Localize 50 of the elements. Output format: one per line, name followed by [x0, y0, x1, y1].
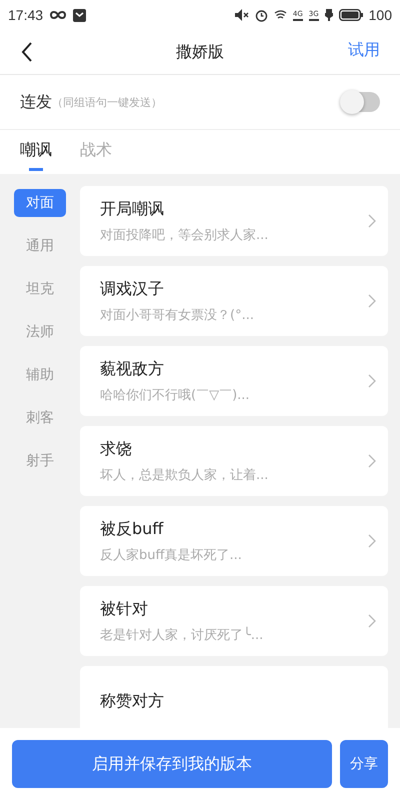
- phrase-preview: 对面投降吧，等会别求人家...: [100, 226, 270, 244]
- phrase-preview: 哈哈你们不行哦(￣▽￣)...: [100, 386, 251, 404]
- phrase-preview: 反人家buff真是坏死了...: [100, 546, 243, 564]
- infinity-icon: [49, 9, 68, 21]
- phrase-preview: 坏人，总是欺负人家，让着...: [100, 466, 270, 484]
- phrase-preview: 老是针对人家，讨厌死了╰...: [100, 626, 264, 644]
- phrase-card[interactable]: 藐视敌方 哈哈你们不行哦(￣▽￣)...: [80, 346, 388, 416]
- phrase-title: 调戏汉子: [100, 278, 165, 300]
- phrase-card[interactable]: 被反buff 反人家buff真是坏死了...: [80, 506, 388, 576]
- tab[interactable]: 战术: [72, 130, 120, 174]
- phrase-card[interactable]: 称赞对方: [80, 666, 388, 728]
- burst-hint: （同组语句一键发送）: [52, 94, 162, 110]
- burst-label: 连发: [20, 92, 52, 112]
- phrase-card[interactable]: 被针对 老是针对人家，讨厌死了╰...: [80, 586, 388, 656]
- category-item[interactable]: 对面: [14, 189, 66, 217]
- page-title: 撒娇版: [176, 42, 224, 62]
- phrase-title: 开局嘲讽: [100, 198, 165, 220]
- mute-icon: [234, 9, 249, 21]
- category-item[interactable]: 刺客: [14, 404, 66, 432]
- battery-icon: [338, 9, 363, 21]
- phrase-card[interactable]: 开局嘲讽 对面投降吧，等会别求人家...: [80, 186, 388, 256]
- chevron-icon: [368, 534, 376, 548]
- category-item[interactable]: 通用: [14, 232, 66, 260]
- chevron-icon: [368, 454, 376, 468]
- try-button[interactable]: 试用: [348, 40, 380, 61]
- phrase-card[interactable]: 求饶 坏人，总是欺负人家，让着...: [80, 426, 388, 496]
- alarm-icon: [254, 8, 268, 22]
- enable-save-button[interactable]: 启用并保存到我的版本: [12, 740, 332, 788]
- battery-level: 100: [368, 7, 392, 23]
- status-time: 17:43: [8, 7, 44, 23]
- chevron-icon: [368, 294, 376, 308]
- chevron-icon: [368, 214, 376, 228]
- category-item[interactable]: 辅助: [14, 361, 66, 389]
- phrase-preview: 对面小哥哥有女票没？(°...: [100, 306, 255, 324]
- category-item[interactable]: 坦克: [14, 275, 66, 303]
- charging-icon: [324, 9, 333, 21]
- category-item[interactable]: 法师: [14, 318, 66, 346]
- chevron-icon: [368, 374, 376, 388]
- phrase-title: 被针对: [100, 598, 149, 620]
- phrase-title: 藐视敌方: [100, 358, 165, 380]
- phrase-title: 称赞对方: [100, 690, 165, 712]
- category-item[interactable]: 射手: [14, 447, 66, 475]
- burst-toggle[interactable]: [342, 92, 380, 112]
- back-icon[interactable]: [20, 41, 34, 63]
- wifi-icon: [274, 9, 287, 21]
- chevron-icon: [368, 614, 376, 628]
- phrase-title: 求饶: [100, 438, 133, 460]
- share-button[interactable]: 分享: [340, 740, 388, 788]
- phrase-card[interactable]: 调戏汉子 对面小哥哥有女票没？(°...: [80, 266, 388, 336]
- phrase-title: 被反buff: [100, 518, 165, 540]
